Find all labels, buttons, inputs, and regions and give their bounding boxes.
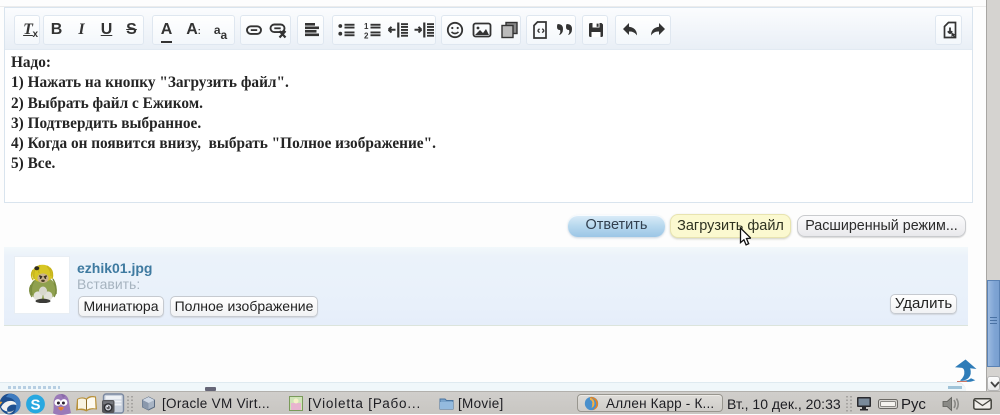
- svg-text:1: 1: [364, 22, 369, 31]
- svg-text:2: 2: [364, 31, 369, 39]
- svg-text:S: S: [30, 397, 40, 414]
